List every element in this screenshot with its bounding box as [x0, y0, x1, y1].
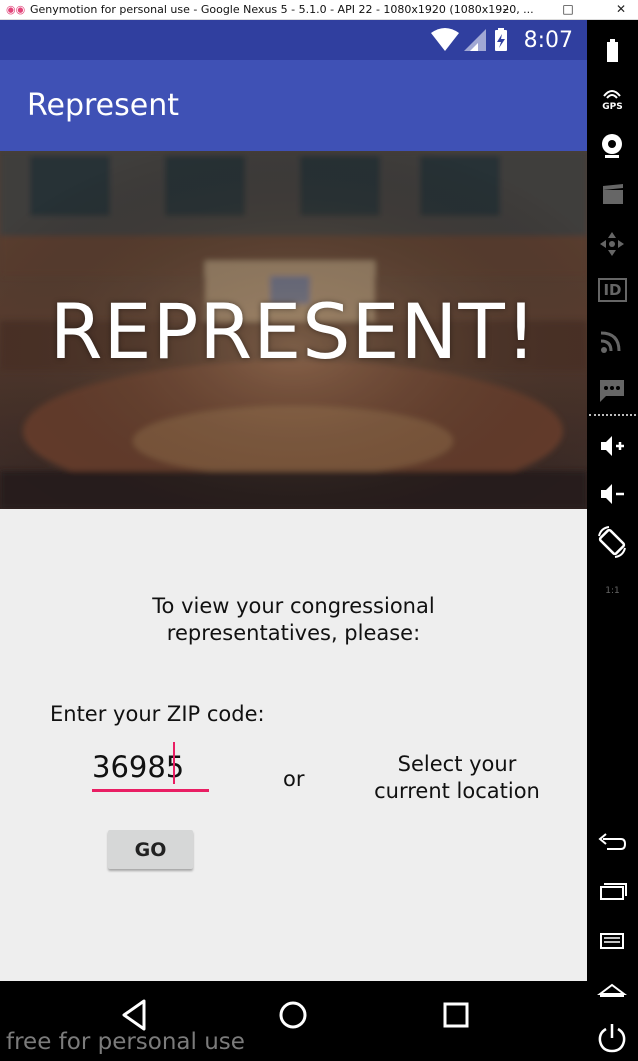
status-icons	[431, 28, 507, 51]
app-bar: Represent	[0, 60, 587, 151]
network-icon[interactable]	[587, 322, 638, 362]
power-icon[interactable]	[587, 1018, 638, 1058]
genymotion-icon: ◉◉	[6, 3, 26, 16]
window-title: Genymotion for personal use - Google Nex…	[30, 3, 534, 16]
video-capture-icon[interactable]	[587, 176, 638, 216]
sms-icon[interactable]	[587, 370, 638, 410]
id-label: ID	[598, 278, 627, 302]
toolbar-separator	[589, 414, 636, 416]
hero-banner: REPRESENT!	[0, 151, 587, 509]
volume-up-icon[interactable]	[587, 426, 638, 466]
main-content: To view your congressional representativ…	[0, 509, 587, 981]
zip-field-underline	[92, 742, 209, 792]
device-screen: 8:07 Represent REPRESENT! To view your c…	[0, 20, 587, 1061]
gps-icon[interactable]: GPS	[587, 82, 638, 122]
dpad-icon[interactable]	[587, 224, 638, 264]
zip-input[interactable]	[92, 747, 182, 787]
minimize-icon[interactable]: –	[489, 0, 523, 19]
select-location-button[interactable]: Select your current location	[365, 751, 549, 805]
clock: 8:07	[523, 28, 573, 53]
menu-icon[interactable]	[587, 920, 638, 960]
hero-title: REPRESENT!	[49, 287, 538, 376]
volume-down-icon[interactable]	[587, 474, 638, 514]
status-bar: 8:07	[0, 20, 587, 60]
wifi-icon	[431, 28, 459, 51]
battery-icon[interactable]	[587, 32, 638, 72]
or-label: or	[283, 767, 305, 791]
close-icon[interactable]: ✕	[604, 0, 638, 19]
home-icon[interactable]	[273, 995, 313, 1035]
zip-label: Enter your ZIP code:	[50, 702, 265, 726]
window-titlebar: ◉◉ Genymotion for personal use - Google …	[0, 0, 638, 20]
camera-icon[interactable]	[587, 126, 638, 166]
rotate-icon[interactable]	[587, 522, 638, 562]
recent-apps-icon[interactable]	[587, 872, 638, 912]
recents-icon[interactable]	[436, 995, 476, 1035]
back-icon[interactable]	[587, 823, 638, 863]
battery-charging-icon	[495, 28, 507, 51]
instruction-label: To view your congressional representativ…	[152, 594, 435, 645]
watermark: free for personal use	[6, 1029, 245, 1055]
pixel-perfect-icon[interactable]: 1:1	[587, 572, 638, 612]
pixel-perfect-label: 1:1	[605, 586, 620, 596]
instruction-text: To view your congressional representativ…	[0, 593, 587, 647]
device-id-icon[interactable]: ID	[587, 278, 638, 318]
text-cursor	[173, 742, 175, 784]
maximize-icon[interactable]: □	[551, 0, 585, 19]
go-button[interactable]: GO	[108, 830, 193, 869]
app-title: Represent	[27, 88, 179, 123]
genymotion-toolbar: GPS ID 1:1	[587, 20, 638, 1061]
home-icon[interactable]	[587, 970, 638, 1010]
